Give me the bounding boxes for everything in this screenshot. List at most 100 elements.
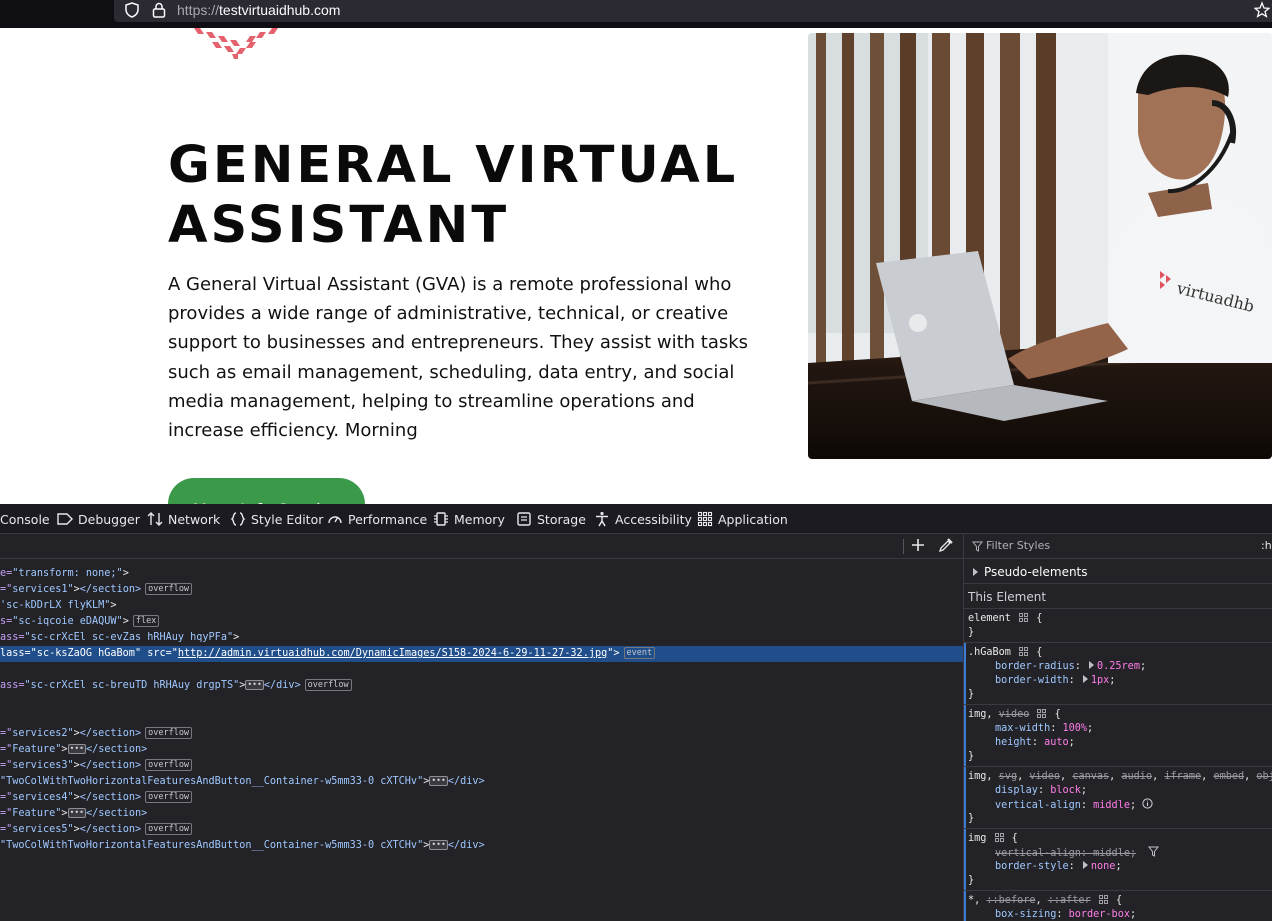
tab-accessibility[interactable]: Accessibility (594, 504, 692, 534)
expand-shorthand-icon[interactable] (1082, 675, 1088, 683)
css-rules-list[interactable]: element {} .hGaBom {border-radius: 0.25re… (964, 608, 1272, 921)
markup-token: </section> (79, 760, 142, 771)
markup-node[interactable] (0, 662, 963, 678)
info-icon[interactable] (1136, 798, 1153, 811)
url-bar[interactable]: https://testvirtuaidhub.com (114, 0, 1272, 22)
collapsed-children-ellipsis[interactable]: ••• (245, 680, 264, 690)
css-declaration[interactable]: border-width: 1px; (968, 674, 1272, 688)
network-icon (147, 512, 163, 526)
tab-console[interactable]: Console (0, 504, 50, 534)
markup-tree[interactable]: e="transform: none;"> ="services1"></sect… (0, 566, 963, 854)
markup-node[interactable]: ass="sc-crXcEl sc-evZas hRHAuy hqyPFa"> (0, 630, 963, 646)
tab-memory[interactable]: Memory (433, 504, 505, 534)
tracking-protection-shield-icon[interactable] (123, 1, 141, 19)
property-name[interactable]: box-sizing (995, 909, 1056, 920)
property-value[interactable]: 0.25rem (1097, 661, 1140, 672)
markup-node-selected[interactable]: lass="sc-ksZaOG hGaBom" src="http://admi… (0, 646, 963, 662)
markup-node[interactable]: ="services1"></section> overflow (0, 582, 963, 598)
property-value[interactable]: 100% (1062, 723, 1087, 734)
overflow-badge[interactable]: overflow (145, 727, 193, 739)
rule-selector[interactable]: element { (968, 612, 1272, 626)
image-src-link[interactable]: http://admin.virtuaidhub.com/DynamicImag… (178, 648, 607, 659)
collapsed-children-ellipsis[interactable]: ••• (429, 776, 448, 786)
rule-selector[interactable]: *, ::before, ::after { (968, 894, 1272, 908)
property-name[interactable]: display (995, 785, 1038, 796)
property-value[interactable]: 1px (1091, 675, 1109, 686)
filter-styles-input[interactable]: Filter Styles :h (964, 534, 1272, 559)
css-rule[interactable]: .hGaBom {border-radius: 0.25rem; border-w… (964, 642, 1272, 704)
collapsed-children-ellipsis[interactable]: ••• (67, 808, 86, 818)
hover-state-toggle[interactable]: :h (1261, 539, 1272, 552)
css-declaration[interactable]: max-width: 100%; (968, 722, 1272, 736)
eyedropper-icon[interactable] (938, 537, 954, 553)
pseudo-elements-toggle[interactable]: Pseudo-elements (964, 560, 1272, 584)
add-node-icon[interactable] (910, 537, 926, 553)
tab-network[interactable]: Network (147, 504, 220, 534)
property-name[interactable]: border-style (995, 861, 1069, 872)
overflow-badge[interactable]: overflow (145, 759, 193, 771)
css-declaration[interactable]: vertical-align: middle; (968, 798, 1272, 812)
property-value[interactable]: border-box (1069, 909, 1130, 920)
overflow-badge[interactable]: overflow (304, 679, 352, 691)
expand-shorthand-icon[interactable] (1089, 661, 1095, 669)
expand-shorthand-icon[interactable] (1082, 861, 1088, 869)
markup-node[interactable]: e="transform: none;"> (0, 566, 963, 582)
markup-node[interactable] (0, 710, 963, 726)
property-value[interactable]: auto (1044, 737, 1069, 748)
overflow-badge[interactable]: overflow (145, 583, 193, 595)
rule-selector[interactable]: img { (968, 832, 1272, 846)
collapsed-children-ellipsis[interactable]: ••• (429, 840, 448, 850)
lock-icon[interactable] (151, 1, 167, 19)
collapsed-children-ellipsis[interactable]: ••• (67, 744, 86, 754)
property-name[interactable]: vertical-align (995, 800, 1081, 811)
property-value[interactable]: block (1050, 785, 1081, 796)
tab-style-editor[interactable]: Style Editor (230, 504, 323, 534)
rule-selector[interactable]: img, svg, video, canvas, audio, iframe, … (968, 770, 1272, 784)
property-name[interactable]: vertical-align (995, 848, 1081, 859)
css-rule[interactable]: *, ::before, ::after {box-sizing: border… (964, 890, 1272, 921)
css-rule[interactable]: element {} (964, 608, 1272, 642)
markup-node[interactable]: 'sc-kDDrLX flyKLM"> (0, 598, 963, 614)
css-declaration[interactable]: border-radius: 0.25rem; (968, 660, 1272, 674)
css-declaration[interactable]: vertical-align: middle; (968, 846, 1272, 860)
property-value[interactable]: middle (1093, 848, 1130, 859)
overflow-badge[interactable]: overflow (145, 791, 193, 803)
markup-node[interactable]: ="services3"></section> overflow (0, 758, 963, 774)
markup-node[interactable]: ="services4"></section> overflow (0, 790, 963, 806)
markup-node[interactable]: ="Feature"> ••• </section> (0, 806, 963, 822)
tab-debugger[interactable]: Debugger (57, 504, 140, 534)
css-declaration[interactable]: height: auto; (968, 736, 1272, 750)
more-info-service-button[interactable]: More Info Service (168, 478, 365, 504)
markup-node[interactable]: ="Feature"> ••• </section> (0, 742, 963, 758)
markup-node[interactable]: "TwoColWithTwoHorizontalFeaturesAndButto… (0, 838, 963, 854)
css-rule[interactable]: img {vertical-align: middle; border-styl… (964, 828, 1272, 890)
overflow-badge[interactable]: overflow (145, 823, 193, 835)
tab-application[interactable]: Application (697, 504, 788, 534)
property-name[interactable]: border-width (995, 675, 1069, 686)
css-rule[interactable]: img, svg, video, canvas, audio, iframe, … (964, 766, 1272, 828)
property-name[interactable]: height (995, 737, 1032, 748)
property-name[interactable]: max-width (995, 723, 1050, 734)
markup-node[interactable]: ass="sc-crXcEl sc-breuTD hRHAuy drgpTS">… (0, 678, 963, 694)
markup-node[interactable]: "TwoColWithTwoHorizontalFeaturesAndButto… (0, 774, 963, 790)
css-declaration[interactable]: border-style: none; (968, 860, 1272, 874)
css-declaration[interactable]: box-sizing: border-box; (968, 908, 1272, 921)
flex-badge[interactable]: flex (132, 615, 160, 627)
markup-node[interactable] (0, 694, 963, 710)
css-declaration[interactable]: display: block; (968, 784, 1272, 798)
event-badge[interactable]: event (623, 647, 656, 659)
css-rule[interactable]: img, video {max-width: 100%; height: auto… (964, 704, 1272, 766)
property-value[interactable]: middle (1093, 800, 1130, 811)
filter-rules-icon[interactable] (1136, 846, 1160, 859)
markup-node[interactable]: ="services5"></section> overflow (0, 822, 963, 838)
property-name[interactable]: border-radius (995, 661, 1075, 672)
rule-selector[interactable]: img, video { (968, 708, 1272, 722)
markup-node[interactable]: s="sc-iqcoie eDAQUW"> flex (0, 614, 963, 630)
markup-node[interactable]: ="services2"></section> overflow (0, 726, 963, 742)
tab-storage[interactable]: Storage (516, 504, 586, 534)
url-text[interactable]: https://testvirtuaidhub.com (177, 2, 340, 18)
bookmark-star-icon[interactable] (1254, 1, 1270, 19)
property-value[interactable]: none (1091, 861, 1116, 872)
rule-selector[interactable]: .hGaBom { (968, 646, 1272, 660)
tab-performance[interactable]: Performance (327, 504, 427, 534)
